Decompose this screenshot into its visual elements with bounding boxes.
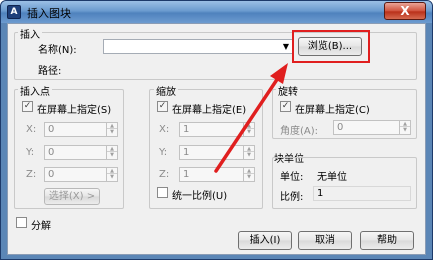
dialog-body: 插入 名称(N): ▼ 浏览(B)... 路径: 插入点 ✓ 在屏幕上指定(S)…: [7, 23, 426, 255]
app-icon: A: [7, 5, 21, 19]
close-button[interactable]: X: [384, 2, 426, 20]
annotation-arrow-icon: [214, 63, 288, 173]
window-title: 插入图块: [27, 7, 71, 20]
insert-block-dialog: A 插入图块 X 插入 名称(N): ▼ 浏览(B)... 路径: 插入点 ✓ …: [0, 0, 433, 260]
title-bar[interactable]: A 插入图块 X: [1, 1, 432, 23]
